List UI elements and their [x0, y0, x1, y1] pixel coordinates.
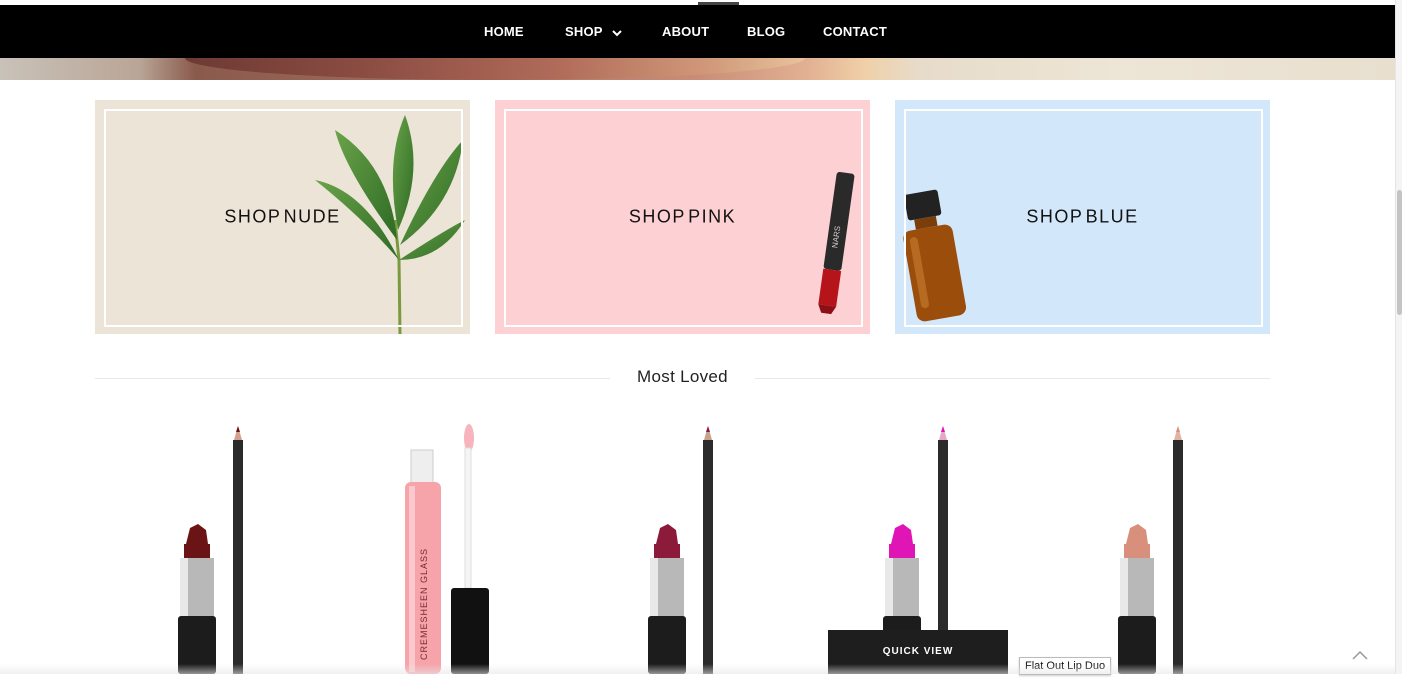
product-image [648, 426, 713, 674]
back-to-top-button[interactable] [1348, 644, 1372, 668]
product-card[interactable]: CREMESHEEN GLASS [355, 420, 555, 674]
banner-label: SHOP NUDE [224, 206, 341, 227]
nav-label: CONTACT [823, 24, 887, 39]
banner-label: SHOP PINK [628, 206, 737, 227]
nav-item-about[interactable]: ABOUT [662, 5, 709, 58]
nav-item-shop[interactable]: SHOP [565, 5, 622, 58]
banner-shop-nude[interactable]: SHOP NUDE [95, 100, 470, 334]
scrollbar-thumb[interactable] [1397, 190, 1402, 315]
banner-label: SHOP BLUE [1026, 206, 1139, 227]
chevron-down-icon [611, 6, 622, 59]
product-card[interactable] [1052, 420, 1252, 674]
chevron-up-icon [1352, 650, 1368, 660]
nav-label: ABOUT [662, 24, 710, 39]
section-title: Most Loved [637, 367, 728, 386]
product-image: CREMESHEEN GLASS [405, 424, 489, 674]
hero-image [0, 58, 1395, 80]
product-image [178, 426, 243, 674]
product-card[interactable] [582, 420, 782, 674]
banner-shop-pink[interactable]: NARS SHOP PINK [495, 100, 870, 334]
nav-item-home[interactable]: HOME [484, 5, 524, 58]
page-scrollbar[interactable] [1395, 0, 1402, 674]
main-navigation: HOME SHOP ABOUT BLOG CONTACT [0, 2, 1395, 58]
banner-shop-blue[interactable]: SHOP BLUE [895, 100, 1270, 334]
product-image [1118, 426, 1183, 674]
nav-label: BLOG [747, 24, 786, 39]
product-tooltip: Flat Out Lip Duo [1019, 657, 1112, 675]
nav-item-contact[interactable]: CONTACT [823, 5, 887, 58]
quick-view-button[interactable]: QUICK VIEW [828, 630, 1008, 674]
svg-text:CREMESHEEN GLASS: CREMESHEEN GLASS [419, 548, 429, 660]
nav-label: SHOP [565, 24, 603, 39]
nav-item-blog[interactable]: BLOG [747, 5, 785, 58]
divider-right [755, 378, 1270, 379]
product-card[interactable] [112, 420, 312, 674]
nav-label: HOME [484, 24, 524, 39]
